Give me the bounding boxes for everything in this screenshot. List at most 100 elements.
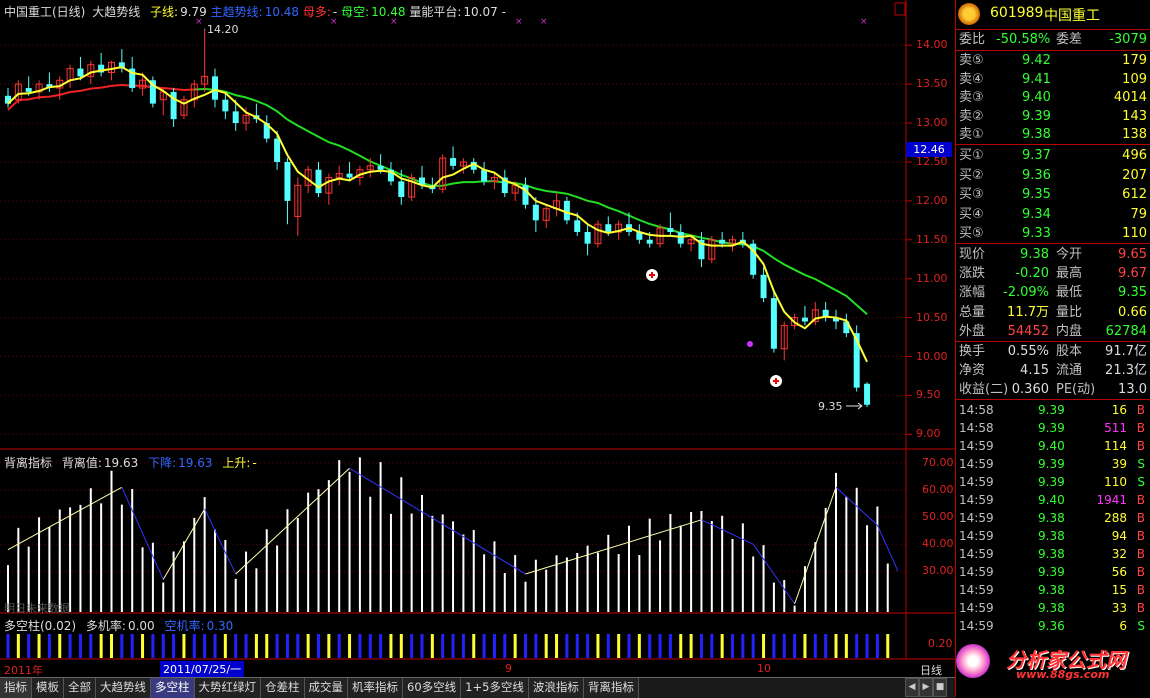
bid-label: 买⑤ — [959, 225, 984, 243]
duokong-bar — [886, 634, 889, 658]
ask-row: 卖⑤9.42179 — [956, 52, 1150, 70]
tick-side: B — [1137, 509, 1145, 527]
fund-value: 91.7亿 — [1105, 343, 1147, 361]
tick-time: 14:59 — [959, 491, 994, 509]
duokong-bar — [659, 634, 662, 658]
price-tick-label: 9.00 — [916, 427, 941, 440]
duokong-bar — [431, 634, 434, 658]
duokong-bar — [162, 634, 165, 658]
fund-label: 流通 — [1056, 362, 1082, 380]
tab-8[interactable]: 机率指标 — [348, 678, 403, 698]
bid-volume: 110 — [1122, 225, 1147, 243]
price-tick-label: 12.00 — [916, 194, 948, 207]
signal-marker: × — [515, 17, 523, 27]
watermark-url: www.88gs.com — [1016, 668, 1109, 681]
signal-marker: × — [330, 17, 338, 27]
ask-label: 卖⑤ — [959, 52, 984, 70]
tab-10[interactable]: 1+5多空线 — [461, 678, 529, 698]
divergence-name: 背离指标 — [4, 456, 52, 470]
stock-name: 中国重工 — [1044, 5, 1100, 25]
duokong-bar — [141, 634, 144, 658]
ask-row: 卖④9.41109 — [956, 71, 1150, 89]
tab-2[interactable]: 全部 — [64, 678, 96, 698]
tab-12[interactable]: 背离指标 — [584, 678, 639, 698]
logo-icon — [958, 3, 980, 25]
tick-volume: 94 — [1112, 527, 1127, 545]
tab-11[interactable]: 波浪指标 — [529, 678, 584, 698]
candle-body — [398, 181, 404, 197]
bid-price: 9.37 — [1022, 147, 1051, 165]
future-data-watermark: 明日未来数据 — [4, 600, 70, 616]
stat-label: 最高 — [1056, 265, 1082, 283]
tick-side: B — [1137, 599, 1145, 617]
tab-1[interactable]: 模板 — [32, 678, 64, 698]
tab-3[interactable]: 大趋势线 — [96, 678, 151, 698]
price-marker: 12.46 — [906, 142, 952, 157]
duokong-name: 多空柱(0.02) — [4, 619, 76, 633]
tick-row: 14:599.3894B — [956, 527, 1150, 545]
divergence-tick-label: 60.00 — [922, 483, 954, 496]
stat-value: 0.66 — [1118, 304, 1147, 322]
fund-value: 4.15 — [1020, 362, 1049, 380]
tick-row: 14:599.40114B — [956, 437, 1150, 455]
candle-body — [564, 201, 570, 220]
bid-volume: 612 — [1122, 186, 1147, 204]
candle-body — [450, 158, 456, 166]
indicator-tabs: 指标模板全部大趋势线多空柱大势红绿灯仓差柱成交量机率指标60多空线1+5多空线波… — [0, 677, 955, 698]
tab-0[interactable]: 指标 — [0, 678, 32, 698]
candle-body — [647, 240, 653, 244]
price-tick-label: 10.00 — [916, 350, 948, 363]
duokong-bar — [586, 634, 589, 658]
signal-marker: × — [195, 17, 203, 27]
bid-volume: 79 — [1130, 206, 1147, 224]
tab-6[interactable]: 仓差柱 — [261, 678, 305, 698]
duokong-bar — [793, 634, 796, 658]
tab-4[interactable]: 多空柱 — [151, 678, 195, 698]
duokong-bar — [338, 634, 341, 658]
period-label[interactable]: 日线 — [920, 662, 942, 678]
tick-price: 9.39 — [1038, 563, 1065, 581]
duokong-bar — [296, 634, 299, 658]
tick-price: 9.38 — [1038, 527, 1065, 545]
stat-value: 9.35 — [1118, 284, 1147, 302]
duokong-bar — [389, 634, 392, 658]
fund-label: PE(动) — [1056, 381, 1095, 399]
ask-volume: 4014 — [1114, 89, 1147, 107]
tick-row: 14:599.3832B — [956, 545, 1150, 563]
duokong-bar — [234, 634, 237, 658]
divergence-up: 上升:- — [222, 456, 256, 470]
tab-zoom-icon[interactable]: ■ — [933, 678, 947, 697]
divergence-header: 背离指标 背离值:19.63 下降:19.63 上升:- — [4, 454, 263, 471]
tab-7[interactable]: 成交量 — [305, 678, 349, 698]
tab-9[interactable]: 60多空线 — [403, 678, 461, 698]
duokong-bar — [545, 634, 548, 658]
candle-body — [316, 170, 322, 193]
tick-time: 14:59 — [959, 509, 994, 527]
chart-canvas[interactable]: ×××××× — [0, 0, 955, 677]
tick-volume: 1941 — [1096, 491, 1127, 509]
tick-volume: 114 — [1104, 437, 1127, 455]
divergence-down: 下降:19.63 — [148, 456, 212, 470]
quote-panel: 601989 中国重工 委比 -50.58% 委差 -3079 卖⑤9.4217… — [955, 0, 1150, 697]
fund-label: 换手 — [959, 343, 985, 361]
tick-price: 9.40 — [1038, 491, 1065, 509]
tab-5[interactable]: 大势红绿灯 — [195, 678, 262, 698]
tick-time: 14:59 — [959, 599, 994, 617]
duokong-bar — [565, 634, 568, 658]
price-tick-label: 10.50 — [916, 311, 948, 324]
divergence-tick-label: 70.00 — [922, 456, 954, 469]
price-tick-label: 13.50 — [916, 77, 948, 90]
tab-scroll-left-icon[interactable]: ◀ — [905, 678, 919, 697]
date-axis-year: 2011年 — [4, 662, 43, 678]
date-cursor: 2011/07/25/一 — [160, 661, 244, 677]
duokong-bar — [348, 634, 351, 658]
stat-label: 外盘 — [959, 323, 985, 341]
duokong-bar — [327, 634, 330, 658]
duokong-bar — [679, 634, 682, 658]
tick-row: 14:599.3939S — [956, 455, 1150, 473]
bid-row: 买②9.36207 — [956, 167, 1150, 185]
ask-volume: 138 — [1122, 126, 1147, 144]
tab-scroll-right-icon[interactable]: ▶ — [919, 678, 933, 697]
tick-side: B — [1137, 527, 1145, 545]
tick-time: 14:58 — [959, 419, 994, 437]
